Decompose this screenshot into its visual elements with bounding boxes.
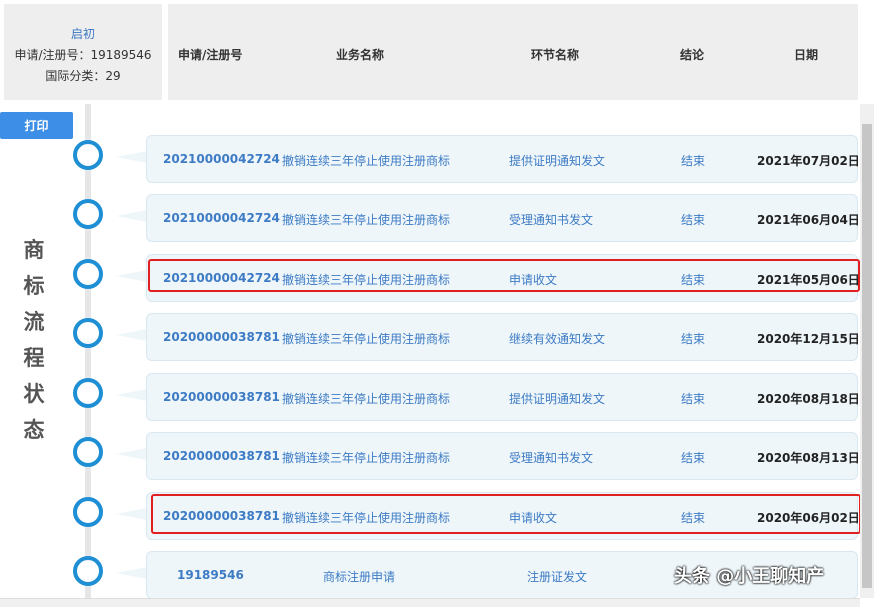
record-stage: 受理通知书发文: [509, 451, 594, 465]
header-date: 日期: [794, 48, 819, 62]
record-number: 20210000042724: [163, 211, 280, 225]
timeline-row: 20200000038781 撤销连续三年停止使用注册商标 提供证明通知发文 结…: [0, 373, 860, 423]
timeline-node-icon: [73, 199, 103, 229]
record-number: 20210000042724: [163, 152, 280, 166]
record-number: 20200000038781: [163, 449, 280, 463]
timeline-node-icon: [73, 497, 103, 527]
table-header: 申请/注册号 业务名称 环节名称 结论 日期: [168, 4, 858, 100]
card-pointer: [116, 567, 147, 579]
header-result: 结论: [680, 48, 705, 62]
header-business: 业务名称: [336, 48, 385, 62]
record-stage: 继续有效通知发文: [509, 332, 606, 346]
timeline-row: 20200000038781 撤销连续三年停止使用注册商标 受理通知书发文 结束…: [0, 432, 860, 482]
record-card[interactable]: 20200000038781 撤销连续三年停止使用注册商标 受理通知书发文 结束…: [146, 432, 860, 480]
record-date: 2021年06月04日: [757, 213, 860, 227]
timeline-node-icon: [73, 378, 103, 408]
card-pointer: [116, 210, 147, 222]
record-result: 结束: [681, 213, 706, 227]
intl-class-label: 国际分类：29: [45, 69, 121, 83]
trademark-info-box: 启初 申请/注册号：19189546 国际分类：29: [4, 4, 162, 100]
record-card[interactable]: 20210000042724 撤销连续三年停止使用注册商标 受理通知书发文 结束…: [146, 194, 860, 242]
card-pointer: [116, 389, 147, 401]
record-business: 撤销连续三年停止使用注册商标: [282, 154, 451, 168]
highlight-box: [151, 494, 861, 534]
card-pointer: [116, 151, 147, 163]
record-business: 商标注册申请: [323, 570, 396, 584]
record-date: 2020年12月15日: [757, 332, 860, 346]
timeline-node-icon: [73, 259, 103, 289]
timeline-node-icon: [73, 556, 103, 586]
timeline-node-icon: [73, 140, 103, 170]
watermark: 头条 @小王聊知产: [674, 566, 825, 587]
record-card[interactable]: 20200000038781 撤销连续三年停止使用注册商标 继续有效通知发文 结…: [146, 313, 860, 361]
status-label: 启初: [70, 27, 95, 41]
record-number: 20200000038781: [163, 330, 280, 344]
record-stage: 受理通知书发文: [509, 213, 594, 227]
record-number: 19189546: [177, 568, 244, 582]
record-business: 撤销连续三年停止使用注册商标: [282, 451, 451, 465]
timeline-row: 20210000042724 撤销连续三年停止使用注册商标 受理通知书发文 结束…: [0, 194, 860, 244]
header-stage: 环节名称: [531, 48, 580, 62]
record-result: 结束: [681, 451, 706, 465]
record-result: 结束: [681, 332, 706, 346]
record-date: 2020年08月13日: [757, 451, 860, 465]
card-pointer: [116, 329, 147, 341]
record-stage: 提供证明通知发文: [509, 392, 606, 406]
record-stage: 注册证发文: [527, 570, 588, 584]
header-number: 申请/注册号: [178, 48, 243, 62]
record-date: 2020年08月18日: [757, 392, 860, 406]
record-business: 撤销连续三年停止使用注册商标: [282, 213, 451, 227]
record-number: 20200000038781: [163, 390, 280, 404]
card-pointer: [116, 270, 147, 282]
timeline-row: 20200000038781 撤销连续三年停止使用注册商标 继续有效通知发文 结…: [0, 313, 860, 363]
record-result: 结束: [681, 392, 706, 406]
highlight-box: [148, 259, 860, 292]
vertical-scrollbar[interactable]: [860, 104, 874, 598]
reg-number-label: 申请/注册号：19189546: [14, 48, 152, 62]
card-pointer: [116, 448, 147, 460]
record-business: 撤销连续三年停止使用注册商标: [282, 332, 451, 346]
record-date: 2021年07月02日: [757, 154, 860, 168]
record-business: 撤销连续三年停止使用注册商标: [282, 392, 451, 406]
record-result: 结束: [681, 154, 706, 168]
card-pointer: [116, 508, 147, 520]
timeline-row: 20210000042724 撤销连续三年停止使用注册商标 提供证明通知发文 结…: [0, 135, 860, 185]
record-card[interactable]: 20200000038781 撤销连续三年停止使用注册商标 提供证明通知发文 结…: [146, 373, 860, 421]
timeline-node-icon: [73, 437, 103, 467]
timeline-node-icon: [73, 318, 103, 348]
record-stage: 提供证明通知发文: [509, 154, 606, 168]
scrollbar-thumb[interactable]: [862, 124, 872, 588]
record-card[interactable]: 20210000042724 撤销连续三年停止使用注册商标 提供证明通知发文 结…: [146, 135, 860, 183]
